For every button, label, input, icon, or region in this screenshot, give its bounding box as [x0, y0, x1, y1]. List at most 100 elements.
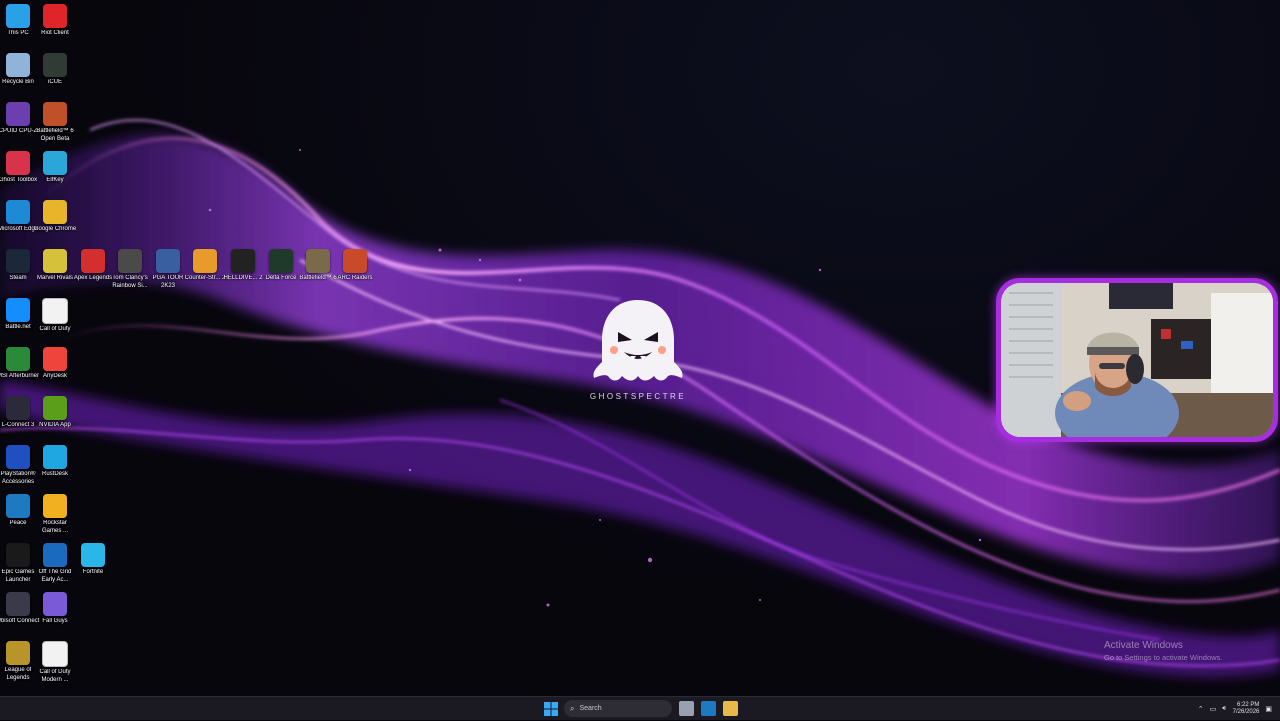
arc-raiders-icon — [343, 249, 367, 273]
desktop-icon[interactable]: Fall Guys — [35, 592, 75, 626]
rockstar-icon — [43, 494, 67, 518]
desktop-icon[interactable]: Off The Grid Early Ac... — [35, 543, 75, 584]
desktop-icon[interactable]: Riot Client — [35, 4, 75, 38]
desktop-icon[interactable]: RustDesk — [35, 445, 75, 479]
desktop-icon[interactable]: Call of Duty — [35, 298, 75, 334]
marvel-rivals-icon — [43, 249, 67, 273]
battlenet-icon — [6, 298, 30, 322]
desktop-icon-label: Google Chrome — [33, 226, 77, 232]
battlefield-6-icon — [306, 249, 330, 273]
desktop-icon[interactable]: Counter-Str... 2 — [185, 249, 225, 283]
msi-afterburner-icon — [6, 347, 30, 371]
desktop: This PC Riot Client Recycle Bin iCUE CPUID C… — [0, 0, 1280, 696]
helldivers-icon — [231, 249, 255, 273]
desktop-icon-label: Battlefield™ 6 Open Beta — [36, 128, 74, 142]
icue-icon — [43, 53, 67, 77]
nvidia-icon — [43, 396, 67, 420]
pga-tour-icon — [156, 249, 180, 273]
watermark-subtitle: Go to Settings to activate Windows. — [1104, 653, 1223, 662]
rainbow-six-icon — [118, 249, 142, 273]
notification-bell-icon[interactable]: ▣ — [1265, 705, 1272, 713]
desktop-icon[interactable]: PGA TOUR 2K23 — [148, 249, 188, 290]
desktop-icon-label: Call of Duty — [39, 326, 71, 332]
desktop-icon-label: EifKey — [46, 177, 64, 183]
desktop-icon-label: Rockstar Games ... — [41, 520, 68, 534]
taskbar: ⌕ Search ⌃ ▭ 🔉︎ 6:22 PM 7/26/2026 ▣ — [0, 696, 1280, 720]
monitor-icon — [6, 4, 30, 28]
apex-legends-icon — [81, 249, 105, 273]
off-the-grid-icon — [43, 543, 67, 567]
desktop-icon[interactable]: Tom Clancy's Rainbow Si... — [110, 249, 150, 290]
playstation-icon — [6, 445, 30, 469]
desktop-icon[interactable]: Delta Force — [261, 249, 301, 283]
webcam-feed-image — [1001, 283, 1273, 437]
riot-client-icon — [43, 4, 67, 28]
anydesk-icon — [43, 347, 67, 371]
desktop-icon[interactable]: Apex Legends — [73, 249, 113, 283]
file-explorer-icon[interactable] — [723, 701, 738, 716]
clock-date: 7/26/2026 — [1232, 709, 1260, 715]
recycle-bin-icon — [6, 53, 30, 77]
rustdesk-icon — [43, 445, 67, 469]
desktop-icon[interactable]: NVIDIA App — [35, 396, 75, 430]
clock[interactable]: 6:22 PM 7/26/2026 — [1233, 702, 1260, 717]
l-connect-icon — [6, 396, 30, 420]
peace-icon — [6, 494, 30, 518]
webcam-overlay — [996, 278, 1278, 442]
fall-guys-icon — [43, 592, 67, 616]
desktop-icon[interactable]: AnyDesk — [35, 347, 75, 381]
search-placeholder: Search — [579, 705, 602, 712]
steam-icon — [6, 249, 30, 273]
desktop-icon[interactable]: Battlefield™ 6 Open Beta — [35, 102, 75, 143]
watermark-title: Activate Windows — [1104, 640, 1183, 651]
chrome-icon — [43, 200, 67, 224]
eifkey-icon — [43, 151, 67, 175]
taskbar-search-box[interactable]: ⌕ Search — [564, 700, 672, 717]
desktop-icon[interactable]: Marvel Rivals — [35, 249, 75, 283]
fortnite-icon — [81, 543, 105, 567]
desktop-icon[interactable]: Battlefield™ 6 — [298, 249, 338, 283]
file-icon — [42, 641, 68, 667]
chevron-up-icon[interactable]: ⌃ — [1198, 705, 1204, 713]
ubisoft-icon — [6, 592, 30, 616]
desktop-icon[interactable]: iCUE — [35, 53, 75, 87]
desktop-icon-label: Call of Duty Modern ... — [39, 669, 71, 683]
delta-force-icon — [269, 249, 293, 273]
epic-games-icon — [6, 543, 30, 567]
ghost-icon — [593, 300, 683, 381]
file-icon — [42, 298, 68, 324]
desktop-icon-label: ARC Raiders — [337, 275, 373, 281]
desktop-icon-label: Fortnite — [82, 569, 104, 575]
logo-wordmark: GHOSTSPECTRE — [589, 392, 687, 401]
desktop-icon-label: RustDesk — [41, 471, 68, 477]
desktop-icon[interactable]: Rockstar Games ... — [35, 494, 75, 535]
desktop-icon[interactable]: PlayStation® Accessories — [0, 445, 38, 486]
edge-icon — [6, 200, 30, 224]
ghost-toolbox-icon — [6, 151, 30, 175]
search-icon: ⌕ — [570, 703, 575, 713]
windows-start-icon[interactable] — [544, 702, 558, 716]
desktop-icon-label: AnyDesk — [42, 373, 67, 379]
system-tray: ⌃ ▭ 🔉︎ 6:22 PM 7/26/2026 ▣ — [1198, 697, 1272, 721]
peace-icon[interactable] — [701, 701, 716, 716]
league-icon — [6, 641, 30, 665]
desktop-icon[interactable]: ARC Raiders — [335, 249, 375, 283]
desktop-icon[interactable]: HELLDIVE... 2 — [223, 249, 263, 283]
battlefield-icon — [43, 102, 67, 126]
clock-time: 6:22 PM — [1237, 701, 1260, 708]
desktop-icon[interactable]: EifKey — [35, 151, 75, 185]
desktop-icon[interactable]: Google Chrome — [33, 200, 77, 234]
ghostspectre-logo: GHOSTSPECTRE — [578, 292, 698, 401]
desktop-icon-label: Fall Guys — [42, 618, 68, 624]
desktop-icon[interactable]: Fortnite — [73, 543, 113, 577]
desktop-icon-label: iCUE — [47, 79, 62, 85]
volume-icon[interactable]: 🔉︎ — [1222, 705, 1226, 713]
cpu-z-icon — [6, 102, 30, 126]
desktop-icon-label: Riot Client — [41, 30, 69, 36]
counter-strike-icon — [193, 249, 217, 273]
desktop-icon-label: NVIDIA App — [39, 422, 71, 428]
network-icon[interactable]: ▭ — [1210, 705, 1217, 713]
task-view-icon[interactable] — [679, 701, 694, 716]
desktop-icon[interactable]: Call of Duty Modern ... — [35, 641, 75, 684]
activate-windows-watermark: Activate Windows Go to Settings to activ… — [1104, 640, 1222, 662]
